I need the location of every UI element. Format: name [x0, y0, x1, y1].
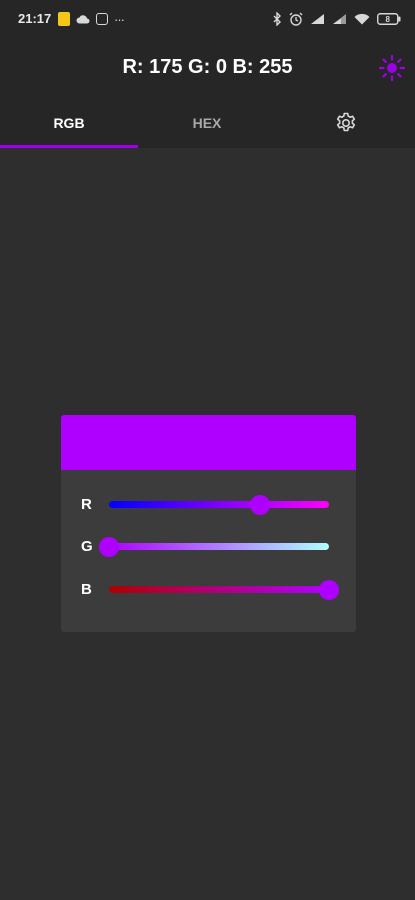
status-time: 21:17 [18, 11, 52, 26]
cloud-icon [76, 15, 90, 24]
more-dots-icon: ··· [114, 11, 125, 27]
battery-level: 8 [386, 15, 391, 24]
green-slider-thumb[interactable] [99, 537, 119, 557]
tab-indicator [0, 145, 138, 148]
alarm-icon [289, 12, 303, 26]
signal-icon [333, 14, 346, 24]
red-slider-thumb[interactable] [249, 495, 270, 515]
page-title: R: 175 G: 0 B: 255 [122, 56, 293, 78]
tab-hex-label: HEX [192, 115, 222, 131]
tab-hex[interactable]: HEX [138, 98, 276, 148]
tab-settings[interactable] [277, 98, 415, 148]
tab-bar: RGB HEX [0, 98, 415, 148]
wifi-icon [354, 13, 370, 25]
gear-icon [336, 112, 356, 132]
tab-rgb-label: RGB [53, 115, 85, 131]
color-card: R G B [61, 415, 356, 632]
slider-label-green: G [81, 538, 93, 555]
tab-rgb[interactable]: RGB [0, 98, 138, 148]
battery-icon: 8 [377, 13, 401, 25]
slider-label-red: R [81, 496, 92, 513]
sun-icon [378, 54, 406, 82]
status-bar: 21:17 ··· 8 [0, 0, 415, 38]
blue-slider[interactable] [109, 580, 339, 600]
slider-row-red: R [61, 492, 356, 518]
slider-row-blue: B [61, 577, 356, 603]
notification-icons: ··· [58, 11, 125, 27]
bluetooth-icon [273, 12, 281, 26]
red-slider[interactable] [109, 495, 329, 515]
slider-row-green: G [61, 534, 356, 560]
theme-toggle-button[interactable] [377, 53, 407, 83]
color-preview [61, 415, 356, 470]
system-icons: 8 [273, 10, 401, 28]
signal-icon [311, 14, 324, 24]
blue-slider-thumb[interactable] [319, 580, 339, 600]
green-slider[interactable] [99, 537, 329, 557]
slider-label-blue: B [81, 581, 92, 598]
app-bar: R: 175 G: 0 B: 255 [0, 38, 415, 98]
notes-icon [58, 12, 70, 26]
sim-icon [96, 13, 108, 25]
